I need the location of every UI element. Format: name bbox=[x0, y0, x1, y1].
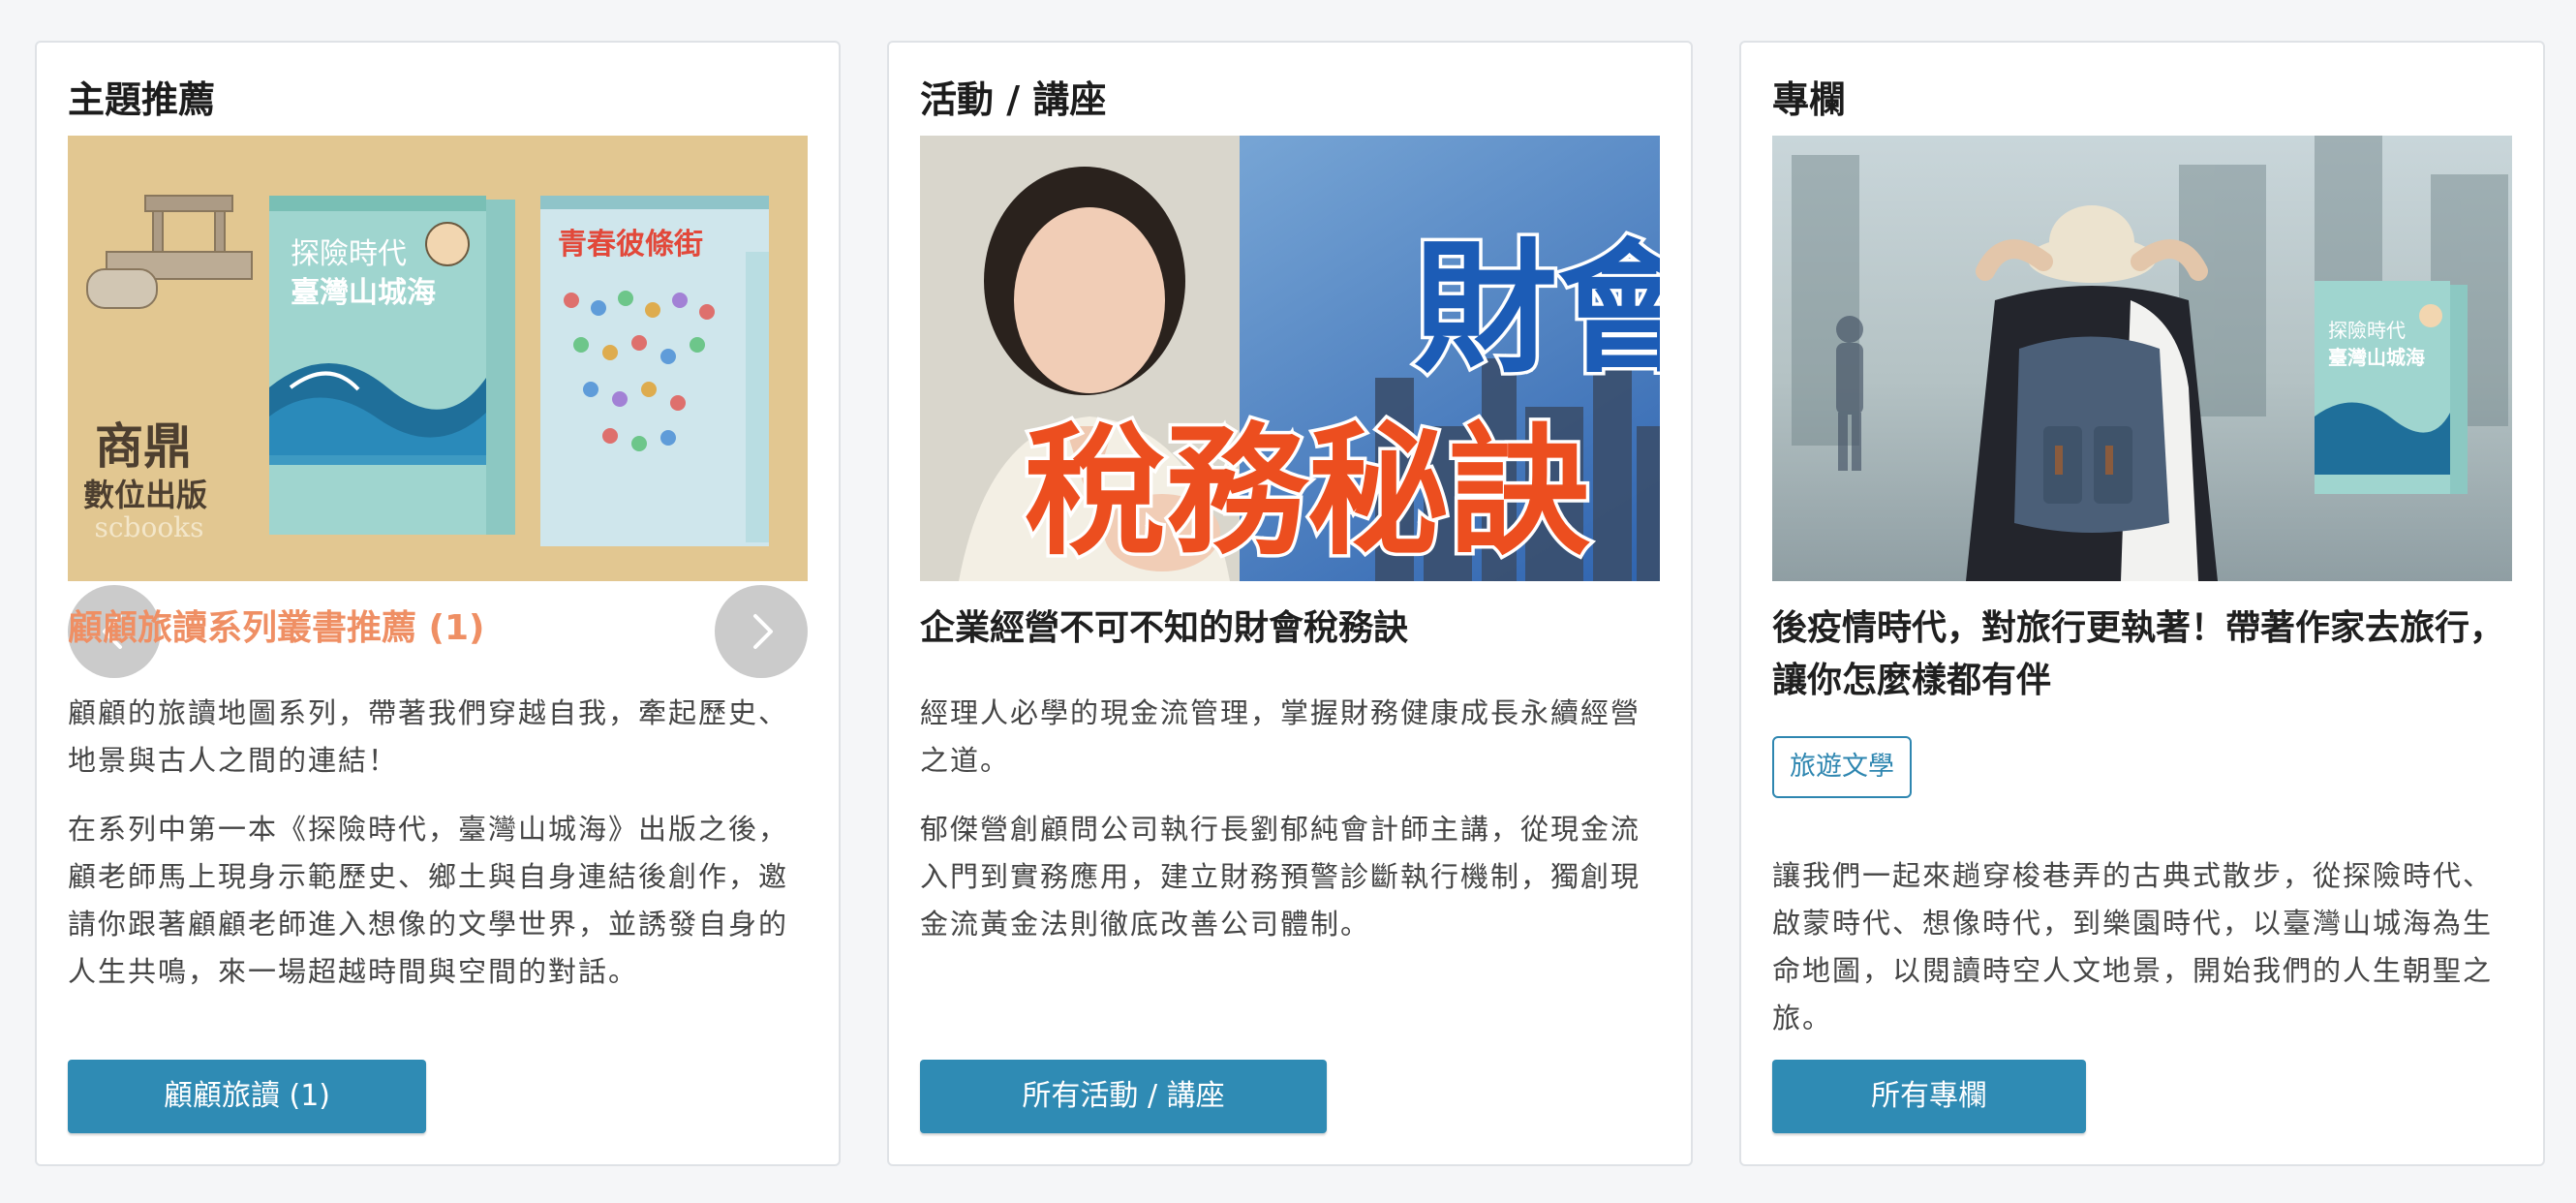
svg-text:探險時代: 探險時代 bbox=[2328, 319, 2406, 342]
event-banner-image[interactable]: 財會 稅務秘訣 bbox=[920, 136, 1660, 581]
series-link-button[interactable]: 顧顧旅讀 (1) bbox=[68, 1060, 426, 1133]
section-title: 活動 / 講座 bbox=[920, 78, 1107, 121]
all-events-button[interactable]: 所有活動 / 講座 bbox=[920, 1060, 1327, 1133]
card-summary: 顧顧的旅讀地圖系列，帶著我們穿越自我，牽起歷史、地景與古人之間的連結！ bbox=[68, 696, 789, 777]
category-tag[interactable]: 旅遊文學 bbox=[1772, 736, 1912, 798]
column-feature-image[interactable]: 探險時代 臺灣山城海 bbox=[1772, 136, 2512, 581]
card-summary: 經理人必學的現金流管理，掌握財務健康成長永續經營之道。 bbox=[920, 696, 1641, 777]
publisher-name-text: 商鼎 bbox=[95, 417, 192, 475]
traveler-figure bbox=[1966, 205, 2218, 581]
traveler-illustration: 探險時代 臺灣山城海 bbox=[1772, 136, 2512, 581]
card-headline-link[interactable]: 後疫情時代，對旅行更執著！帶著作家去旅行，讓你怎麼樣都有伴 bbox=[1772, 602, 2512, 707]
card-description: 讓我們一起來趟穿梭巷弄的古典式散步，從探險時代、啟蒙時代、想像時代，到樂園時代，… bbox=[1772, 859, 2494, 1034]
publisher-latin-text: scbooks bbox=[94, 511, 203, 543]
banner-headline-line2: 稅務秘訣 bbox=[1025, 410, 1590, 574]
book-cover-adventure: 探險時代 臺灣山城海 bbox=[2315, 281, 2468, 494]
card-headline-link[interactable]: 企業經營不可不知的財會稅務訣 bbox=[920, 602, 1660, 655]
carousel-image-book-promo[interactable]: 商鼎 數位出版 scbooks 探險時代 臺灣山城海 青春彼條街 bbox=[68, 136, 808, 581]
svg-text:探險時代: 探險時代 bbox=[291, 237, 407, 271]
book-cover-adventure: 探險時代 臺灣山城海 bbox=[269, 196, 515, 535]
card-description: 郁傑營創顧問公司執行長劉郁純會計師主講，從現金流入門到實務應用，建立財務預警診斷… bbox=[920, 813, 1641, 941]
section-title: 專欄 bbox=[1772, 78, 1847, 121]
banner-headline-line1: 財會 bbox=[1414, 226, 1660, 392]
card-theme-recommendation: 主題推薦 商鼎 數位出版 scbooks 探險時代 臺灣山城海 青春彼條街 顧顧… bbox=[35, 41, 841, 1166]
section-title: 主題推薦 bbox=[68, 78, 216, 121]
book-promo-illustration: 商鼎 數位出版 scbooks 探險時代 臺灣山城海 青春彼條街 bbox=[68, 136, 808, 581]
svg-text:臺灣山城海: 臺灣山城海 bbox=[291, 276, 436, 310]
card-columns: 專欄 探險時代 臺灣山城海 後疫情時代，對旅行更執著！帶著作家去旅行，讓你怎麼樣… bbox=[1739, 41, 2545, 1166]
publisher-sub-text: 數位出版 bbox=[83, 477, 207, 513]
card-events-lectures: 活動 / 講座 財會 稅務秘訣 企業經營不可不知的財會稅務訣 經理人必學的現金流… bbox=[887, 41, 1693, 1166]
book-cover-youth-street: 青春彼條街 bbox=[540, 196, 769, 546]
svg-text:臺灣山城海: 臺灣山城海 bbox=[2328, 346, 2425, 369]
card-headline-link[interactable]: 顧顧旅讀系列叢書推薦 (1) bbox=[68, 602, 808, 655]
svg-text:青春彼條街: 青春彼條街 bbox=[558, 228, 703, 262]
lecture-banner-illustration: 財會 稅務秘訣 bbox=[920, 136, 1660, 581]
card-description: 在系列中第一本《探險時代，臺灣山城海》出版之後，顧老師馬上現身示範歷史、鄉土與自… bbox=[68, 813, 789, 988]
all-columns-button[interactable]: 所有專欄 bbox=[1772, 1060, 2086, 1133]
